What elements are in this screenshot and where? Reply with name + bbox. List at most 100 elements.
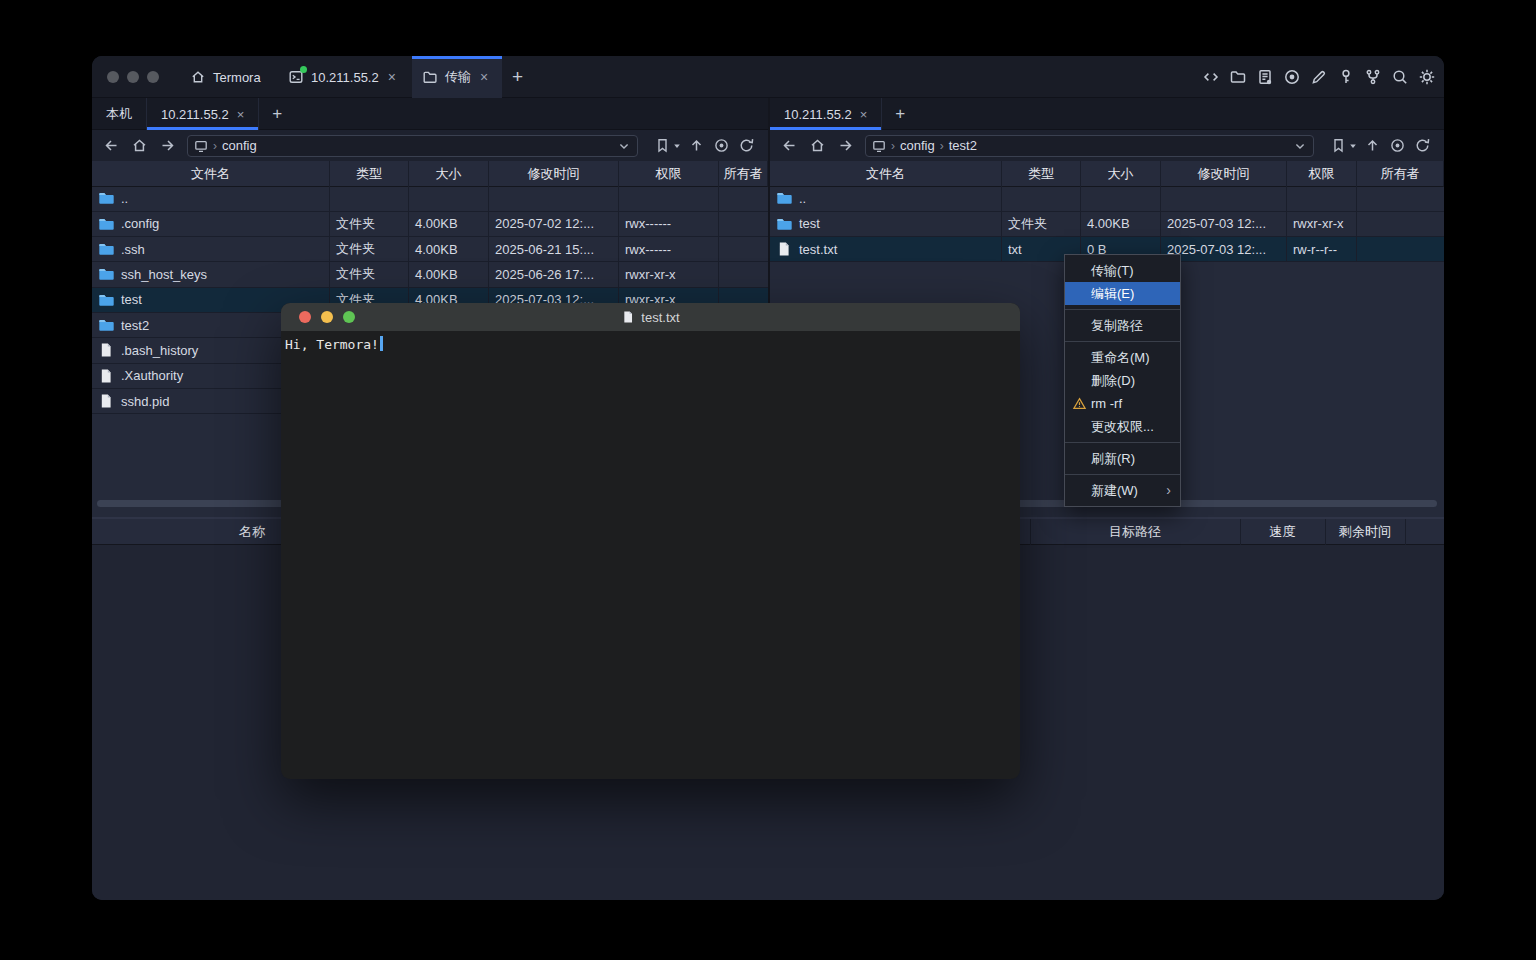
close-tab-icon[interactable]: × xyxy=(480,70,488,84)
refresh-button[interactable] xyxy=(1414,137,1431,154)
menu-item[interactable]: rm -rf xyxy=(1065,392,1180,415)
path-bar[interactable]: ›config›test2 xyxy=(865,135,1314,157)
home-button[interactable] xyxy=(809,137,826,154)
file-size xyxy=(409,186,489,211)
caret-down-icon[interactable] xyxy=(673,142,681,150)
menu-item[interactable]: 编辑(E) xyxy=(1065,282,1180,305)
branch-icon[interactable] xyxy=(1364,68,1382,86)
path-bar[interactable]: ›config xyxy=(187,135,638,157)
menu-item-label: rm -rf xyxy=(1091,396,1122,411)
file-tab-本机[interactable]: 本机 xyxy=(92,98,147,130)
folder-icon xyxy=(422,69,438,85)
column-target-path[interactable]: 目标路径 xyxy=(1030,519,1240,545)
search-icon[interactable] xyxy=(1391,68,1409,86)
column-header[interactable]: 大小 xyxy=(1081,161,1161,187)
column-header[interactable]: 所有者 xyxy=(1357,161,1444,187)
titlebar-actions xyxy=(1202,56,1436,98)
breadcrumb-item[interactable]: test2 xyxy=(949,138,977,153)
home-button[interactable] xyxy=(131,137,148,154)
menu-separator xyxy=(1065,309,1180,310)
code-icon[interactable] xyxy=(1202,68,1220,86)
file-name: .Xauthority xyxy=(121,368,183,383)
file-icon xyxy=(776,241,792,257)
editor-text: Hi, Termora! xyxy=(285,337,379,352)
file-row-ssh_host_keys[interactable]: ssh_host_keys文件夹4.00KB2025-06-26 17:...r… xyxy=(92,262,768,287)
tab-host[interactable]: 10.211.55.2 × xyxy=(278,56,406,98)
back-button[interactable] xyxy=(781,137,798,154)
column-header[interactable]: 权限 xyxy=(1287,161,1357,187)
close-button[interactable] xyxy=(107,71,119,83)
tab-transfer[interactable]: 传输 × xyxy=(412,56,502,98)
chevron-down-icon[interactable] xyxy=(1293,139,1307,153)
new-file-tab-button[interactable]: + xyxy=(882,98,918,129)
column-header[interactable]: 权限 xyxy=(619,161,719,187)
column-header[interactable]: 类型 xyxy=(330,161,409,187)
menu-item[interactable]: 新建(W)› xyxy=(1065,479,1180,502)
back-button[interactable] xyxy=(103,137,120,154)
menu-item[interactable]: 复制路径 xyxy=(1065,314,1180,337)
breadcrumb-item[interactable]: config xyxy=(222,138,257,153)
column-speed[interactable]: 速度 xyxy=(1240,519,1325,545)
bookmark-button[interactable] xyxy=(1330,137,1347,154)
menu-item[interactable]: 重命名(M) xyxy=(1065,346,1180,369)
chevron-down-icon[interactable] xyxy=(617,139,631,153)
minimize-button[interactable] xyxy=(127,71,139,83)
show-hidden-button[interactable] xyxy=(713,137,730,154)
caret-down-icon[interactable] xyxy=(1349,142,1357,150)
settings-icon[interactable] xyxy=(1418,68,1436,86)
file-tab-10.211.55.2[interactable]: 10.211.55.2× xyxy=(147,98,259,130)
file-type xyxy=(330,186,409,211)
forward-button[interactable] xyxy=(159,137,176,154)
close-tab-icon[interactable]: × xyxy=(388,70,396,84)
menu-separator xyxy=(1065,474,1180,475)
refresh-button[interactable] xyxy=(738,137,755,154)
file-row-test[interactable]: test文件夹4.00KB2025-07-03 12:...rwxr-xr-x xyxy=(770,212,1444,237)
maximize-button[interactable] xyxy=(147,71,159,83)
menu-item[interactable]: 传输(T) xyxy=(1065,259,1180,282)
parent-directory-button[interactable] xyxy=(688,137,705,154)
record-icon[interactable] xyxy=(1283,68,1301,86)
column-header[interactable]: 文件名 xyxy=(92,161,330,187)
editor-traffic-lights[interactable] xyxy=(299,311,355,323)
forward-button[interactable] xyxy=(837,137,854,154)
file-owner xyxy=(719,237,768,262)
key-icon[interactable] xyxy=(1337,68,1355,86)
pencil-icon[interactable] xyxy=(1310,68,1328,86)
file-table: 文件名类型大小修改时间权限所有者..test文件夹4.00KB2025-07-0… xyxy=(770,161,1444,262)
column-header[interactable]: 类型 xyxy=(1002,161,1081,187)
menu-item[interactable]: 更改权限... xyxy=(1065,415,1180,438)
show-hidden-button[interactable] xyxy=(1389,137,1406,154)
parent-directory-button[interactable] xyxy=(1364,137,1381,154)
column-header[interactable]: 修改时间 xyxy=(1161,161,1287,187)
file-row-.config[interactable]: .config文件夹4.00KB2025-07-02 12:...rwx----… xyxy=(92,212,768,237)
editor-content[interactable]: Hi, Termora! xyxy=(281,331,1020,779)
file-owner xyxy=(1357,237,1444,262)
traffic-lights[interactable] xyxy=(107,71,159,83)
column-remaining-time[interactable]: 剩余时间 xyxy=(1325,519,1405,545)
file-row-..[interactable]: .. xyxy=(770,186,1444,211)
file-row-.ssh[interactable]: .ssh文件夹4.00KB2025-06-21 15:...rwx------ xyxy=(92,237,768,262)
file-tab-10.211.55.2[interactable]: 10.211.55.2× xyxy=(770,98,882,130)
maximize-button[interactable] xyxy=(343,311,355,323)
new-file-tab-button[interactable]: + xyxy=(259,98,295,129)
column-header[interactable]: 所有者 xyxy=(719,161,768,187)
file-row-..[interactable]: .. xyxy=(92,186,768,211)
minimize-button[interactable] xyxy=(321,311,333,323)
column-header[interactable]: 修改时间 xyxy=(489,161,619,187)
file-name: test.txt xyxy=(799,242,837,257)
menu-item[interactable]: 删除(D) xyxy=(1065,369,1180,392)
folder-icon[interactable] xyxy=(1229,68,1247,86)
bookmark-button[interactable] xyxy=(654,137,671,154)
column-header[interactable]: 大小 xyxy=(409,161,489,187)
tab-termora[interactable]: Termora xyxy=(180,56,271,98)
close-tab-icon[interactable]: × xyxy=(237,108,245,121)
close-button[interactable] xyxy=(299,311,311,323)
new-tab-button[interactable]: + xyxy=(512,56,523,98)
tab-transfer-label: 传输 xyxy=(445,68,471,86)
column-header[interactable]: 文件名 xyxy=(770,161,1002,187)
menu-item[interactable]: 刷新(R) xyxy=(1065,447,1180,470)
breadcrumb-item[interactable]: config xyxy=(900,138,935,153)
file-modified: 2025-06-21 15:... xyxy=(489,237,619,262)
close-tab-icon[interactable]: × xyxy=(860,108,868,121)
notes-icon[interactable] xyxy=(1256,68,1274,86)
